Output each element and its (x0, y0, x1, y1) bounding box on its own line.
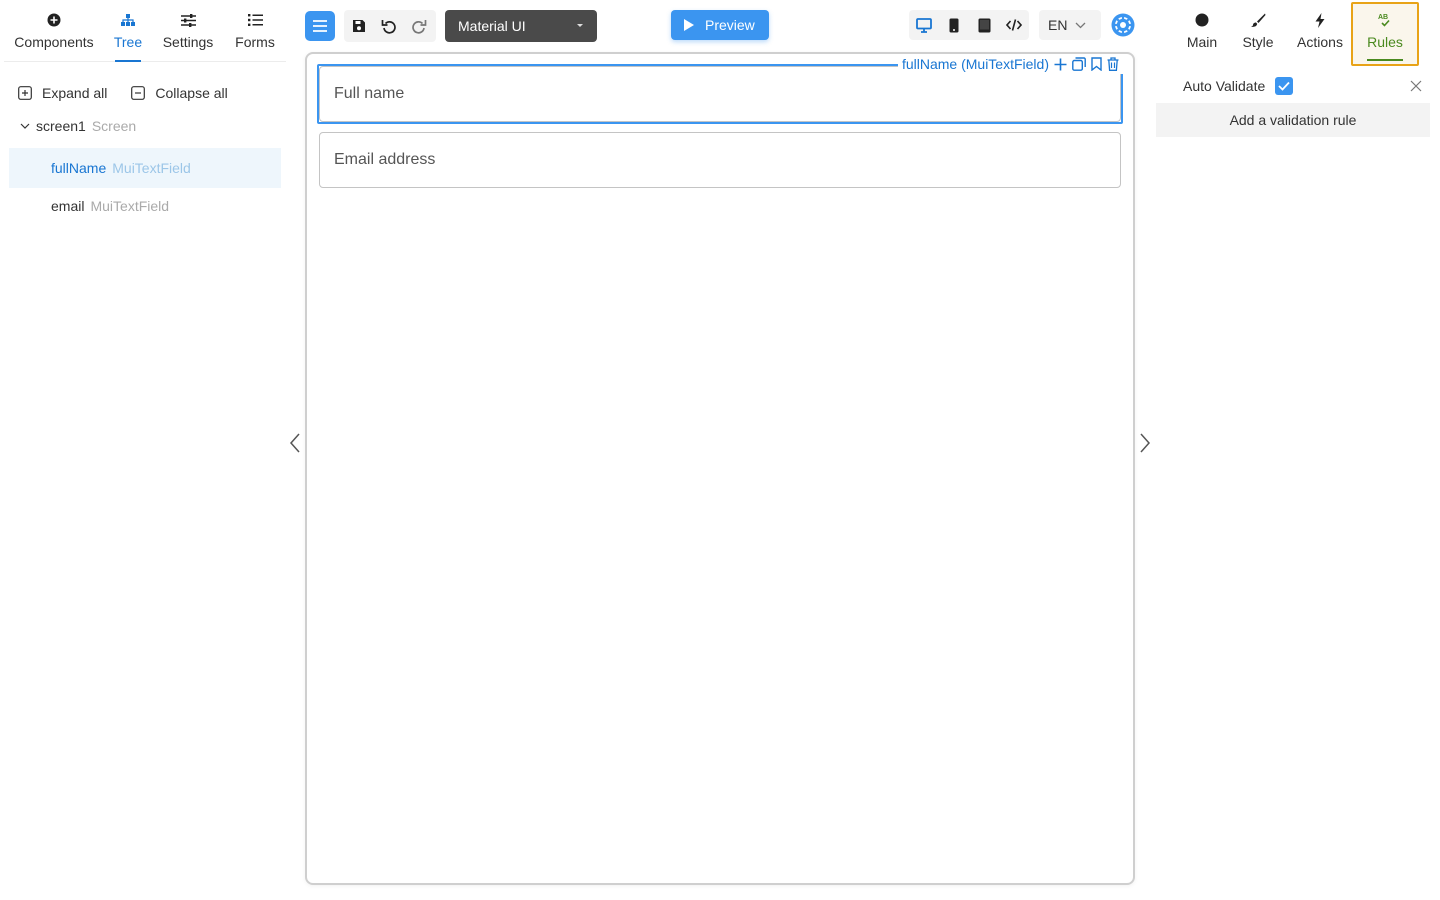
tab-label: Forms (235, 34, 275, 50)
tablet-icon (978, 18, 990, 32)
caret-down-icon (577, 24, 583, 27)
design-canvas[interactable]: Full name Email address fullName (MuiTex… (305, 52, 1135, 885)
tree-icon (121, 12, 135, 28)
gear-icon (1111, 13, 1135, 37)
mobile-icon (949, 18, 959, 32)
auto-validate-checkbox[interactable] (1275, 77, 1294, 95)
node-type: MuiTextField (112, 160, 191, 176)
undo-icon (381, 20, 396, 34)
language-select[interactable]: EN (1039, 10, 1101, 40)
sliders-icon (180, 12, 196, 28)
collapse-all-button[interactable]: Collapse all (131, 85, 228, 101)
save-button[interactable] (344, 10, 374, 42)
email-placeholder: Email address (334, 151, 436, 168)
hamburger-icon (313, 20, 327, 32)
add-icon[interactable] (1054, 58, 1067, 71)
tab-label: Rules (1367, 34, 1403, 50)
preview-button[interactable]: Preview (671, 10, 769, 40)
device-toolbar (909, 10, 1029, 40)
check-icon (1278, 81, 1290, 91)
expand-all-label: Expand all (42, 85, 108, 101)
collapse-right-panel[interactable] (1139, 433, 1151, 458)
tab-components[interactable]: Components (12, 0, 96, 62)
tab-label: Settings (162, 34, 214, 50)
plus-square-icon (18, 86, 32, 100)
selected-component-name: fullName (MuiTextField) (901, 56, 1049, 72)
play-icon (684, 19, 694, 31)
auto-validate-row: Auto Validate (1183, 76, 1294, 96)
library-select-value: Material UI (458, 18, 526, 34)
redo-icon (412, 20, 427, 34)
tab-style[interactable]: Style (1238, 0, 1278, 62)
tree-toolbar: Expand all Collapse all (18, 84, 252, 102)
minus-square-icon (131, 86, 146, 100)
mobile-view-button[interactable] (939, 10, 969, 40)
plus-circle-icon (47, 12, 61, 28)
left-tab-bar: Components Tree Settings Forms (4, 0, 286, 62)
tab-actions[interactable]: Actions (1292, 0, 1348, 62)
tab-forms[interactable]: Forms (230, 0, 280, 62)
menu-button[interactable] (305, 11, 335, 41)
node-name: email (51, 198, 85, 214)
tree-node-screen1[interactable]: screen1 Screen (20, 117, 136, 135)
code-view-button[interactable] (999, 10, 1029, 40)
trash-icon[interactable] (1107, 57, 1119, 71)
edit-toolbar (344, 10, 436, 42)
language-value: EN (1048, 17, 1068, 33)
active-tab-indicator (1367, 59, 1403, 61)
node-name: fullName (51, 160, 107, 176)
svg-text:AB: AB (1378, 14, 1388, 21)
tab-main[interactable]: Main (1182, 0, 1222, 62)
list-icon (247, 12, 263, 28)
auto-validate-label: Auto Validate (1183, 78, 1266, 94)
chevron-left-icon (289, 433, 300, 453)
tab-label: Main (1186, 34, 1218, 50)
ab-check-icon: AB (1377, 12, 1393, 28)
desktop-icon (916, 17, 932, 33)
preview-label: Preview (705, 17, 755, 33)
add-validation-rule-button[interactable]: Add a validation rule (1156, 103, 1430, 137)
full-name-placeholder: Full name (334, 85, 405, 102)
brush-icon (1250, 12, 1266, 28)
redo-button[interactable] (404, 10, 434, 42)
save-icon (353, 20, 365, 32)
library-select[interactable]: Material UI (445, 10, 597, 42)
tab-settings[interactable]: Settings (160, 0, 216, 62)
chevron-down-icon[interactable] (20, 121, 30, 131)
undo-button[interactable] (374, 10, 404, 42)
close-panel-button[interactable] (1410, 79, 1422, 97)
collapse-left-panel[interactable] (289, 433, 301, 458)
tab-label: Actions (1297, 34, 1343, 50)
node-type: MuiTextField (90, 198, 170, 214)
tab-tree[interactable]: Tree (108, 0, 148, 62)
chevron-right-icon (1140, 433, 1151, 453)
desktop-view-button[interactable] (909, 10, 939, 40)
tab-label: Tree (113, 34, 143, 50)
tab-label: Style (1242, 34, 1274, 50)
close-icon (1410, 80, 1422, 92)
code-icon (1006, 19, 1022, 31)
expand-all-button[interactable]: Expand all (18, 85, 107, 101)
add-validation-rule-label: Add a validation rule (1229, 112, 1357, 128)
tab-label: Components (14, 34, 94, 50)
tree-node-email[interactable]: email MuiTextField (51, 197, 169, 215)
selected-component-label: fullName (MuiTextField) (897, 54, 1123, 74)
left-panel: Components Tree Settings Forms Expand al… (0, 0, 290, 900)
lightning-icon (1315, 12, 1325, 28)
full-name-field[interactable]: Full name (319, 66, 1121, 122)
bookmark-icon[interactable] (1091, 57, 1102, 71)
tree-node-fullname[interactable]: fullName MuiTextField (9, 148, 281, 188)
tablet-view-button[interactable] (969, 10, 999, 40)
chevron-down-icon (1075, 22, 1086, 28)
email-field[interactable]: Email address (319, 132, 1121, 188)
duplicate-icon[interactable] (1072, 57, 1086, 71)
theme-settings-button[interactable] (1111, 13, 1135, 37)
node-type: Screen (91, 118, 137, 134)
tab-rules[interactable]: AB Rules (1351, 2, 1419, 66)
node-name: screen1 (36, 118, 86, 134)
circle-icon (1195, 12, 1209, 28)
collapse-all-label: Collapse all (155, 85, 228, 101)
